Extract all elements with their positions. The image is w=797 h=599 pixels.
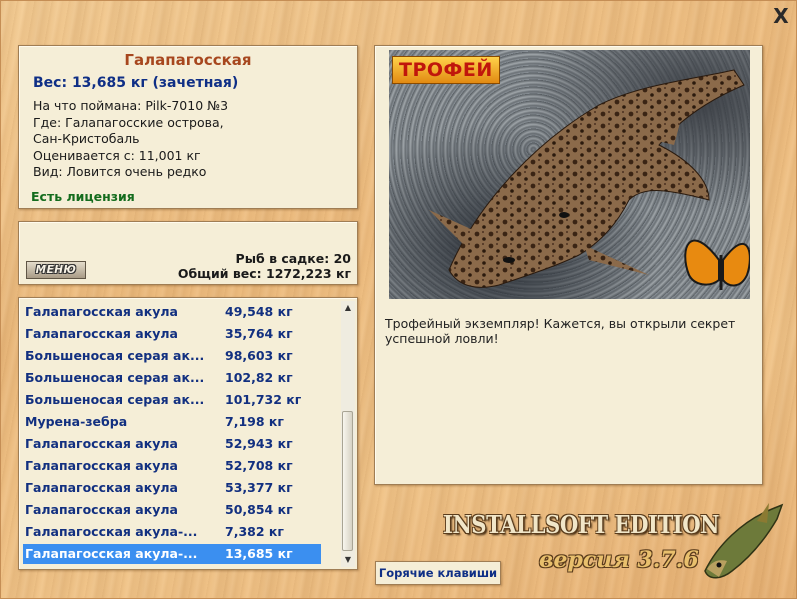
- fish-info-panel: Галапагосская Вес: 13,685 кг (зачетная) …: [18, 45, 358, 209]
- catch-weight: 35,764 кг: [225, 326, 293, 341]
- catch-name: Большеносая серая ак...: [25, 392, 205, 407]
- fish-title: Галапагосская: [124, 51, 252, 69]
- valued-from-text: Оценивается с: 11,001 кг: [33, 147, 201, 163]
- catch-name: Галапагосская акула-...: [25, 546, 198, 561]
- catch-name: Галапагосская акула: [25, 436, 178, 451]
- catch-weight: 50,854 кг: [225, 502, 293, 517]
- scroll-up-icon[interactable]: ▲: [341, 301, 355, 315]
- fish-count: Рыб в садке: 20: [235, 251, 351, 266]
- catch-name: Галапагосская акула: [25, 502, 178, 517]
- catch-weight: 7,198 кг: [225, 414, 284, 429]
- catch-name: Галапагосская акула: [25, 304, 178, 319]
- catch-weight: 52,708 кг: [225, 458, 293, 473]
- location-text-1: Где: Галапагосские острова,: [33, 114, 224, 130]
- close-button[interactable]: X: [770, 5, 792, 27]
- catch-weight: 101,732 кг: [225, 392, 302, 407]
- list-scrollbar[interactable]: ▲ ▼: [341, 301, 355, 567]
- kind-text: Вид: Ловится очень редко: [33, 164, 207, 180]
- catch-weight: 102,82 кг: [225, 370, 293, 385]
- catch-weight: 52,943 кг: [225, 436, 293, 451]
- close-icon: X: [773, 4, 789, 28]
- fish-weight: Вес: 13,685 кг (зачетная): [33, 75, 239, 91]
- caught-on-text: На что поймана: Pilk-7010 №3: [33, 98, 229, 113]
- catch-weight: 98,603 кг: [225, 348, 293, 363]
- catch-weight: 13,685 кг: [225, 546, 293, 561]
- fish-details: На что поймана: Pilk-7010 №3 Где: Галапа…: [33, 98, 357, 181]
- catch-weight: 49,548 кг: [225, 304, 293, 319]
- trophy-caption: Трофейный экземпляр! Кажется, вы открыли…: [385, 316, 736, 346]
- catch-list-item[interactable]: Большеносая серая ак... 101,732 кг: [23, 390, 321, 410]
- catch-list-item[interactable]: Галапагосская акула 52,708 кг: [23, 456, 321, 476]
- scroll-down-icon[interactable]: ▼: [341, 553, 355, 567]
- pike-fish-icon: [704, 503, 784, 579]
- catch-list-item[interactable]: Большеносая серая ак... 102,82 кг: [23, 368, 321, 388]
- edition-label: INSTALLSOFT EDITION: [443, 510, 720, 539]
- catch-name: Мурена-зебра: [25, 414, 128, 429]
- version-label: версия 3.7.6: [539, 547, 699, 573]
- menu-button[interactable]: МЕНЮ: [26, 261, 86, 279]
- license-status: Есть лицензия: [31, 188, 135, 204]
- fish-photo: ТРОФЕЙ: [389, 50, 750, 299]
- catch-name: Галапагосская акула: [25, 480, 178, 495]
- catch-name: Большеносая серая ак...: [25, 370, 205, 385]
- butterfly-icon: [684, 239, 750, 290]
- catch-list-item[interactable]: Галапагосская акула 53,377 кг: [23, 478, 321, 498]
- catch-name: Галапагосская акула-...: [25, 524, 198, 539]
- catch-list-item[interactable]: Галапагосская акула 50,854 кг: [23, 500, 321, 520]
- keepnet-stats-panel: МЕНЮ Рыб в садке: 20 Общий вес: 1272,223…: [18, 221, 358, 285]
- catch-list-item[interactable]: Галапагосская акула 35,764 кг: [23, 324, 321, 344]
- catch-list-item[interactable]: Большеносая серая ак... 98,603 кг: [23, 346, 321, 366]
- scroll-thumb[interactable]: [342, 411, 353, 551]
- catch-name: Большеносая серая ак...: [25, 348, 205, 363]
- catch-list-item[interactable]: Галапагосская акула 52,943 кг: [23, 434, 321, 454]
- catch-list-item[interactable]: Мурена-зебра 7,198 кг: [23, 412, 321, 432]
- hotkeys-button[interactable]: Горячие клавиши: [375, 561, 501, 585]
- catch-weight: 53,377 кг: [225, 480, 293, 495]
- catch-weight: 7,382 кг: [225, 524, 284, 539]
- trophy-badge: ТРОФЕЙ: [392, 56, 500, 84]
- catch-list-item[interactable]: Галапагосская акула 49,548 кг: [23, 302, 321, 322]
- catch-list-item[interactable]: Галапагосская акула-... 13,685 кг: [23, 544, 321, 564]
- catch-name: Галапагосская акула: [25, 326, 178, 341]
- trophy-photo-panel: ТРОФЕЙ Трофейный экземпляр! Кажется, вы …: [374, 45, 763, 485]
- shark-illustration: [429, 69, 750, 290]
- catch-list-item[interactable]: Галапагосская акула-... 7,382 кг: [23, 522, 321, 542]
- total-weight: Общий вес: 1272,223 кг: [177, 265, 351, 281]
- location-text-2: Сан-Кристобаль: [33, 131, 140, 147]
- keepnet-stats: Рыб в садке: 20 Общий вес: 1272,223 кг: [177, 251, 351, 281]
- catch-name: Галапагосская акула: [25, 458, 178, 473]
- catch-list[interactable]: Галапагосская акула 49,548 кг Галапагосска…: [18, 297, 358, 570]
